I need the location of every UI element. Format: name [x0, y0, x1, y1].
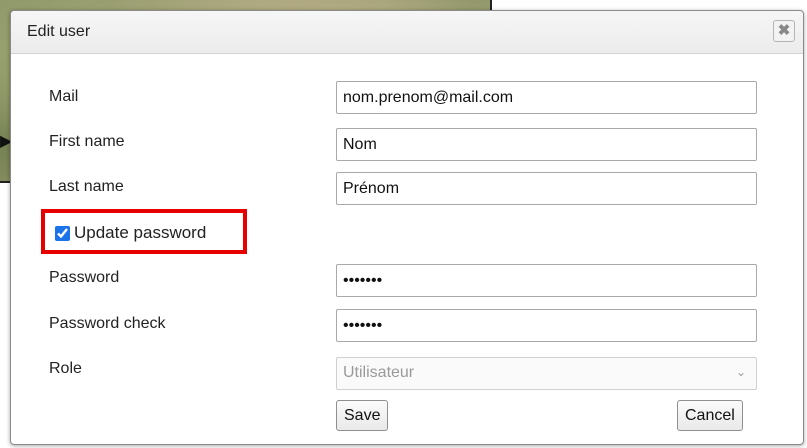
last-name-input[interactable] — [336, 172, 757, 205]
update-password-row: Update password — [55, 223, 206, 243]
mail-input[interactable] — [336, 81, 757, 114]
role-label: Role — [49, 360, 82, 377]
dialog-titlebar: Edit user ✖ — [11, 11, 803, 54]
update-password-label[interactable]: Update password — [74, 223, 206, 243]
role-select[interactable]: Utilisateur ⌄ — [336, 357, 757, 390]
password-check-input[interactable] — [336, 309, 757, 342]
password-check-label: Password check — [49, 315, 166, 332]
last-name-label: Last name — [49, 178, 124, 195]
dialog-title: Edit user — [27, 23, 91, 40]
save-button[interactable]: Save — [336, 400, 389, 431]
first-name-input[interactable] — [336, 128, 757, 161]
password-input[interactable] — [336, 264, 757, 297]
update-password-checkbox[interactable] — [55, 225, 70, 241]
role-select-value: Utilisateur — [343, 364, 415, 381]
edit-user-dialog: Edit user ✖ Mail First name Last name Up… — [10, 10, 804, 445]
password-label: Password — [49, 269, 120, 286]
cancel-button[interactable]: Cancel — [677, 400, 743, 431]
first-name-label: First name — [49, 133, 125, 150]
close-button[interactable]: ✖ — [773, 20, 795, 42]
close-icon: ✖ — [777, 22, 791, 39]
chevron-down-icon: ⌄ — [735, 365, 746, 379]
mail-label: Mail — [49, 88, 79, 105]
